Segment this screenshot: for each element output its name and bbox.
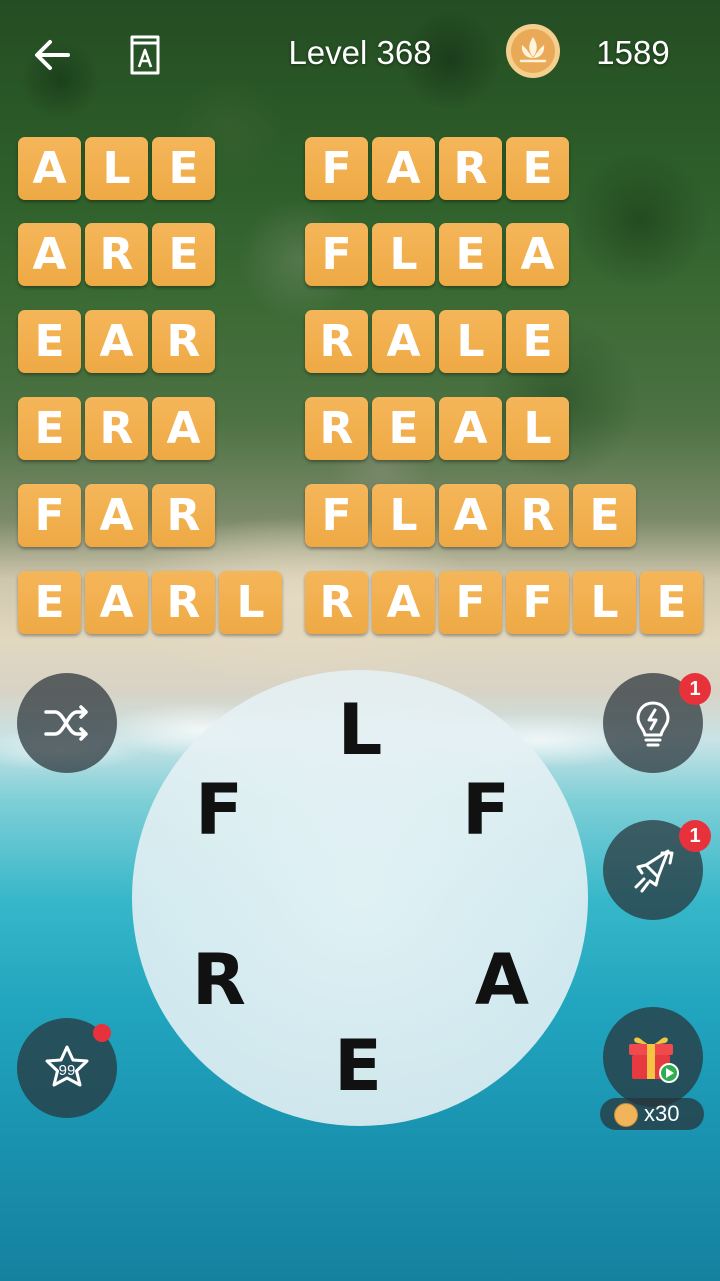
letter-tile: E	[439, 223, 502, 286]
letter-tile: F	[305, 137, 368, 200]
gift-reward: x30	[600, 1098, 704, 1130]
wheel-letter[interactable]: R	[179, 940, 259, 1020]
letter-tile: A	[85, 571, 148, 634]
letter-tile: R	[305, 310, 368, 373]
word-ear: E A R	[18, 310, 215, 373]
word-flare: F L A R E	[305, 484, 636, 547]
lotus-coin-icon	[506, 24, 560, 78]
letter-tile: F	[18, 484, 81, 547]
letter-tile: A	[372, 571, 435, 634]
letter-tile: L	[439, 310, 502, 373]
word-era: E R A	[18, 397, 215, 460]
letter-tile: E	[152, 137, 215, 200]
wheel-letter[interactable]: E	[318, 1026, 398, 1106]
wheel-letter[interactable]: F	[446, 770, 526, 850]
word-earl: E A R L	[18, 571, 282, 634]
gift-reward-amount: x30	[644, 1101, 680, 1126]
letter-tile: A	[439, 397, 502, 460]
letter-tile: L	[573, 571, 636, 634]
letter-tile: A	[372, 310, 435, 373]
notification-dot	[93, 1024, 111, 1042]
word-real: R E A L	[305, 397, 569, 460]
word-ale: A L E	[18, 137, 215, 200]
letter-tile: R	[152, 571, 215, 634]
letter-tile: E	[506, 310, 569, 373]
letter-tile: F	[506, 571, 569, 634]
coin-balance[interactable]	[505, 23, 561, 79]
wheel-letter[interactable]: L	[320, 690, 400, 770]
dictionary-button[interactable]	[122, 32, 168, 78]
letter-tile: L	[372, 484, 435, 547]
word-are: A R E	[18, 223, 215, 286]
letter-tile: L	[372, 223, 435, 286]
shuffle-icon	[44, 705, 88, 741]
letter-tile: L	[506, 397, 569, 460]
letter-tile: F	[439, 571, 502, 634]
star-icon: 99	[45, 1045, 89, 1087]
letter-tile: R	[506, 484, 569, 547]
letter-tile: R	[305, 571, 368, 634]
letter-wheel[interactable]: L F A E R F	[132, 670, 588, 1126]
wheel-letter[interactable]: F	[179, 770, 259, 850]
letter-tile: E	[18, 571, 81, 634]
gift-button[interactable]	[603, 1007, 703, 1107]
gift-icon	[629, 1037, 679, 1083]
letter-tile: A	[85, 310, 148, 373]
rocket-badge: 1	[679, 820, 711, 852]
letter-tile: E	[372, 397, 435, 460]
level-title: Level 368	[288, 34, 432, 71]
letter-tile: E	[18, 310, 81, 373]
letter-tile: R	[439, 137, 502, 200]
letter-tile: R	[152, 310, 215, 373]
word-flea: F L E A	[305, 223, 569, 286]
letter-tile: R	[85, 397, 148, 460]
top-bar: Level 368 1589	[0, 20, 720, 90]
letter-tile: F	[305, 223, 368, 286]
coin-icon	[614, 1103, 638, 1127]
bonus-words-count: 99	[59, 1062, 76, 1079]
letter-tile: F	[305, 484, 368, 547]
rocket-icon	[634, 849, 674, 893]
letter-tile: A	[85, 484, 148, 547]
letter-tile: A	[18, 137, 81, 200]
letter-tile: A	[152, 397, 215, 460]
word-far: F A R	[18, 484, 215, 547]
letter-tile: R	[152, 484, 215, 547]
letter-tile: R	[85, 223, 148, 286]
word-fare: F A R E	[305, 137, 569, 200]
lightbulb-icon	[636, 701, 670, 747]
hint-badge: 1	[679, 673, 711, 705]
letter-tile: A	[372, 137, 435, 200]
letter-tile: E	[640, 571, 703, 634]
letter-tile: L	[85, 137, 148, 200]
word-raffle: R A F F L E	[305, 571, 703, 634]
letter-tile: A	[506, 223, 569, 286]
letter-tile: L	[219, 571, 282, 634]
shuffle-button[interactable]	[17, 673, 117, 773]
arrow-left-icon	[35, 40, 70, 70]
coin-count: 1589	[596, 34, 670, 71]
dictionary-a-icon	[130, 35, 160, 75]
letter-tile: E	[18, 397, 81, 460]
word-rale: R A L E	[305, 310, 569, 373]
letter-tile: R	[305, 397, 368, 460]
letter-tile: E	[573, 484, 636, 547]
letter-tile: E	[152, 223, 215, 286]
back-button[interactable]	[30, 32, 76, 78]
wheel-letter[interactable]: A	[462, 940, 542, 1020]
letter-tile: A	[439, 484, 502, 547]
letter-tile: E	[506, 137, 569, 200]
letter-tile: A	[18, 223, 81, 286]
